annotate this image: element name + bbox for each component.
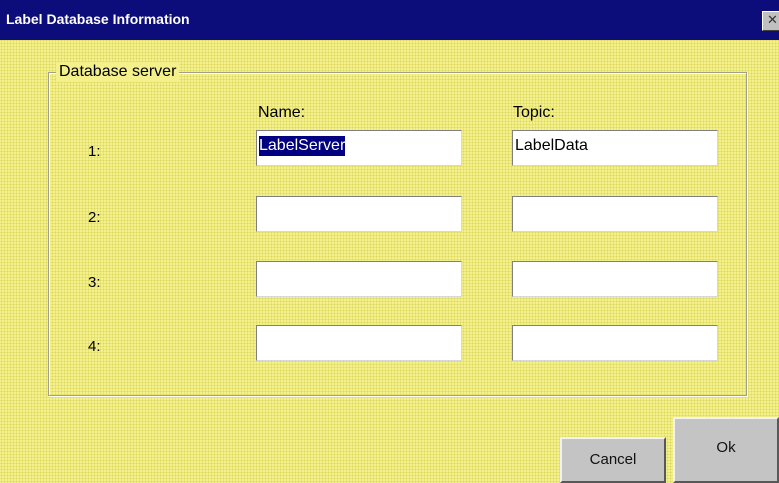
name-column-header: Name:: [258, 104, 306, 121]
server-name-field-2[interactable]: [256, 196, 462, 232]
window-title: Label Database Information: [6, 11, 190, 27]
group-legend: Database server: [56, 62, 180, 82]
row-2-label: 2:: [88, 209, 101, 226]
cancel-button-label: Cancel: [589, 451, 637, 468]
topic-value-1: LabelData: [515, 137, 588, 154]
row-3-label: 3:: [88, 274, 101, 291]
label-database-dialog: Label Database Information ✕ Database se…: [0, 0, 779, 483]
server-name-field-3[interactable]: [256, 261, 462, 297]
topic-field-2[interactable]: [512, 196, 718, 232]
server-name-field-4[interactable]: [256, 325, 462, 361]
topic-column-header: Topic:: [513, 104, 555, 121]
close-icon: ✕: [767, 13, 778, 28]
server-name-value-1: LabelServer: [259, 136, 346, 156]
ok-button[interactable]: Ok: [673, 417, 779, 483]
cancel-button[interactable]: Cancel: [560, 437, 666, 483]
topic-field-1[interactable]: LabelData: [512, 130, 718, 166]
topic-field-3[interactable]: [512, 261, 718, 297]
server-name-field-1[interactable]: LabelServer: [256, 130, 462, 166]
topic-field-4[interactable]: [512, 325, 718, 361]
close-button[interactable]: ✕: [762, 11, 779, 31]
row-4-label: 4:: [88, 338, 101, 355]
title-bar[interactable]: Label Database Information ✕: [0, 0, 779, 40]
ok-button-label: Ok: [716, 439, 736, 456]
row-1-label: 1:: [88, 143, 101, 160]
